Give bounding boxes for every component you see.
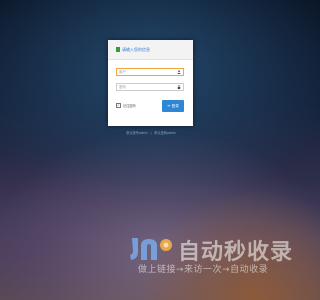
login-arrow-icon: ➜ bbox=[167, 104, 171, 108]
login-header: 请输入您的信息 bbox=[108, 40, 193, 60]
checkmark-icon: ✓ bbox=[117, 103, 120, 107]
footer-link-username[interactable]: 默认帐号admin bbox=[126, 131, 147, 135]
username-field[interactable] bbox=[116, 68, 184, 76]
login-button-label: 登录 bbox=[171, 103, 179, 108]
remember-me[interactable]: ✓ 记住密码 bbox=[116, 103, 136, 108]
username-input[interactable] bbox=[117, 69, 177, 75]
login-button[interactable]: ➜ 登录 bbox=[162, 100, 184, 112]
footer-link-password[interactable]: 默认密码admin bbox=[154, 131, 175, 135]
watermark-logo-icon bbox=[130, 238, 172, 260]
password-field[interactable] bbox=[116, 83, 184, 91]
watermark-subtitle: 做上链接→来访一次→自动收录 bbox=[138, 265, 269, 275]
remember-checkbox[interactable]: ✓ bbox=[116, 103, 121, 108]
watermark: 自动秒收录 做上链接→来访一次→自动收录 bbox=[128, 232, 292, 282]
password-input[interactable] bbox=[117, 84, 177, 90]
footer-links: 默认帐号admin | 默认密码admin bbox=[100, 130, 202, 135]
user-icon bbox=[177, 70, 181, 74]
lock-icon bbox=[177, 85, 181, 89]
remember-label: 记住密码 bbox=[123, 104, 136, 108]
footer-separator: | bbox=[150, 131, 152, 135]
user-info-icon bbox=[116, 47, 120, 52]
login-title: 请输入您的信息 bbox=[122, 47, 150, 52]
